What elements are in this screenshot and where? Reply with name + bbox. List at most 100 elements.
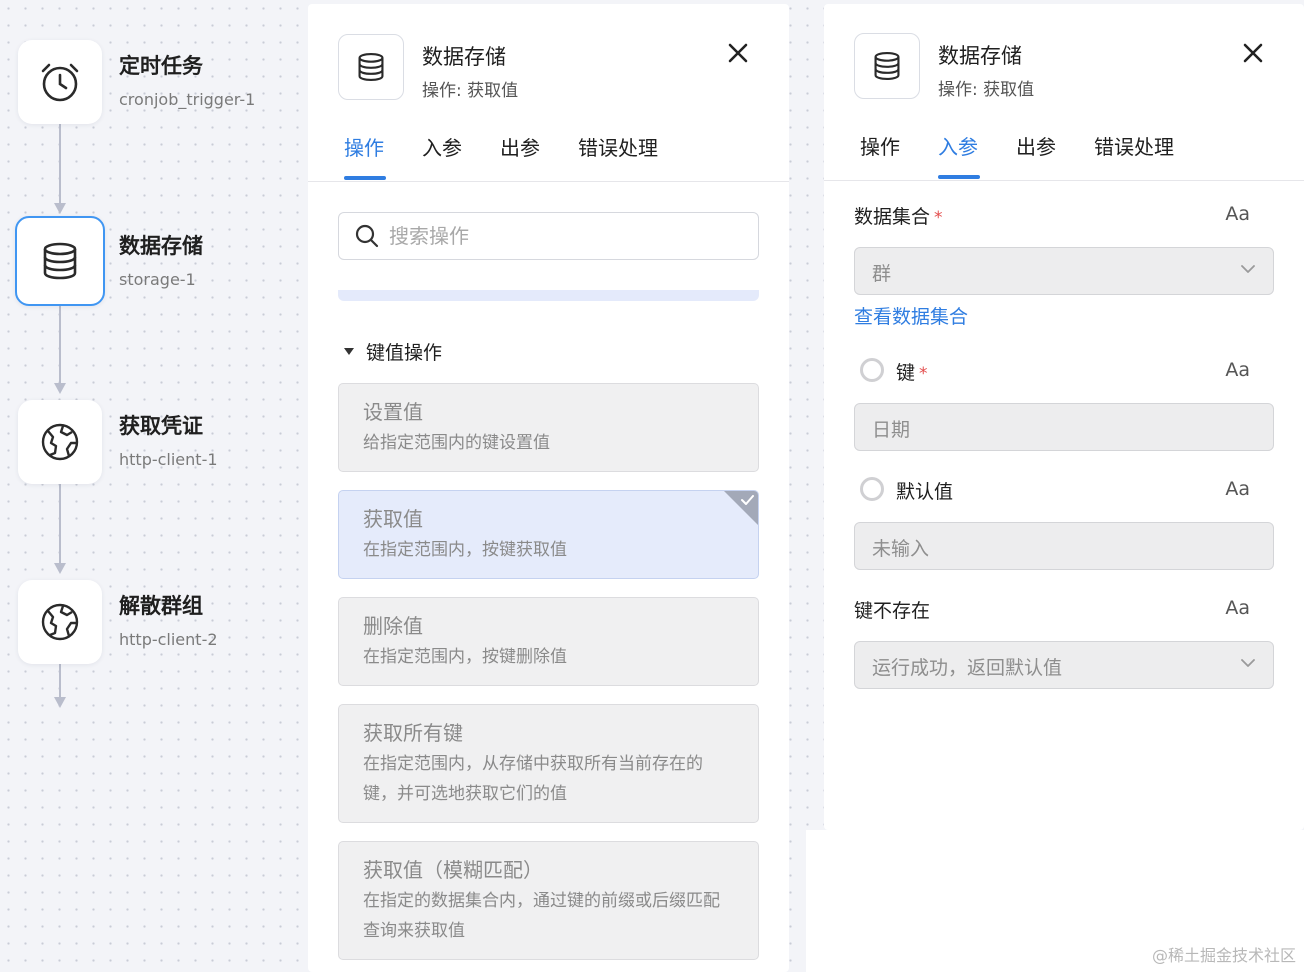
operation-item-set-value[interactable]: 设置值 给指定范围内的键设置值 <box>338 383 759 472</box>
default-value-value: 未输入 <box>872 538 930 560</box>
tab-output-params[interactable]: 出参 <box>1016 131 1056 160</box>
required-mark: * <box>919 364 928 384</box>
panel-subtitle: 操作: 获取值 <box>422 81 519 101</box>
required-mark: * <box>934 208 943 228</box>
list-scroll-edge <box>338 290 759 301</box>
database-icon <box>874 51 900 81</box>
database-icon <box>358 52 384 82</box>
panel-title: 数据存储 <box>938 44 1022 68</box>
node-id: http-client-2 <box>119 630 218 649</box>
operation-name: 获取值（模糊匹配） <box>363 858 543 882</box>
chevron-down-icon <box>1241 659 1255 667</box>
search-icon <box>355 224 379 248</box>
node-title: 解散群组 <box>119 594 203 618</box>
operation-desc: 给指定范围内的键设置值 <box>363 433 550 453</box>
connector <box>59 304 61 384</box>
operation-item-delete-value[interactable]: 删除值 在指定范围内，按键删除值 <box>338 597 759 686</box>
tab-operation[interactable]: 操作 <box>344 132 384 161</box>
search-input[interactable] <box>389 213 749 259</box>
connector <box>59 484 61 564</box>
node-title: 数据存储 <box>119 234 203 258</box>
alarm-clock-icon <box>41 63 79 102</box>
arrow-down-icon <box>54 563 66 574</box>
tab-operation[interactable]: 操作 <box>860 131 900 160</box>
parameter-panel: 数据存储 操作: 获取值 操作 入参 出参 错误处理 数据集合 * Aa 群 查看… <box>824 4 1304 830</box>
flow-node-cronjob[interactable]: 定时任务 cronjob_trigger-1 <box>18 40 298 124</box>
node-icon-box <box>18 400 102 484</box>
globe-icon <box>41 423 79 461</box>
node-id: storage-1 <box>119 270 196 289</box>
panel-title: 数据存储 <box>422 45 506 69</box>
group-header-kv[interactable]: 键值操作 <box>344 338 442 365</box>
connector <box>59 124 61 204</box>
operation-name: 获取所有键 <box>363 721 463 745</box>
arrow-down-icon <box>54 383 66 394</box>
key-missing-value: 运行成功，返回默认值 <box>872 657 1063 679</box>
default-value-input[interactable]: 未输入 <box>854 522 1274 570</box>
tab-input-params[interactable]: 入参 <box>938 131 978 160</box>
dataset-select[interactable]: 群 <box>854 247 1274 295</box>
chevron-down-icon <box>1241 265 1255 273</box>
type-toggle-aa[interactable]: Aa <box>1225 203 1250 225</box>
arrow-down-icon <box>54 697 66 708</box>
flow-canvas: 定时任务 cronjob_trigger-1 数据存储 storage-1 获取… <box>0 0 308 972</box>
type-toggle-aa[interactable]: Aa <box>1225 478 1250 500</box>
database-icon <box>43 242 77 280</box>
node-icon-box <box>15 216 105 306</box>
close-icon[interactable] <box>727 42 749 64</box>
tab-bar: 操作 入参 出参 错误处理 <box>824 131 1304 181</box>
operation-item-get-all-keys[interactable]: 获取所有键 在指定范围内，从存储中获取所有当前存在的键，并可选地获取它们的值 <box>338 704 759 823</box>
panel-icon-box <box>854 33 920 99</box>
operation-desc: 在指定的数据集合内，通过键的前缀或后缀匹配查询来获取值 <box>363 891 720 941</box>
key-label: 键 * <box>896 358 928 385</box>
flow-node-storage[interactable]: 数据存储 storage-1 <box>15 216 298 306</box>
panel-icon-box <box>338 34 404 100</box>
operation-desc: 在指定范围内，按键获取值 <box>363 540 567 560</box>
key-label-text: 键 <box>896 362 916 384</box>
operation-panel: 数据存储 操作: 获取值 操作 入参 出参 错误处理 键值操作 设置值 给指定范… <box>308 4 789 972</box>
node-icon-box <box>18 40 102 124</box>
operation-name: 设置值 <box>363 400 423 424</box>
flow-node-http-client-1[interactable]: 获取凭证 http-client-1 <box>18 400 298 484</box>
group-title: 键值操作 <box>366 342 443 364</box>
active-tab-indicator <box>344 176 386 180</box>
dataset-label-text: 数据集合 <box>854 206 931 228</box>
dataset-value: 群 <box>872 263 892 285</box>
operation-item-get-value[interactable]: 获取值 在指定范围内，按键获取值 <box>338 490 759 579</box>
operation-desc: 在指定范围内，按键删除值 <box>363 647 567 667</box>
active-tab-indicator <box>938 175 980 179</box>
operation-name: 删除值 <box>363 614 423 638</box>
tab-error-handling[interactable]: 错误处理 <box>578 132 658 161</box>
default-value-radio[interactable] <box>860 477 884 501</box>
operation-name: 获取值 <box>363 507 423 531</box>
flow-node-http-client-2[interactable]: 解散群组 http-client-2 <box>18 580 298 664</box>
watermark: @稀土掘金技术社区 <box>1151 946 1296 965</box>
view-dataset-link[interactable]: 查看数据集合 <box>854 302 968 329</box>
operation-desc: 在指定范围内，从存储中获取所有当前存在的键，并可选地获取它们的值 <box>363 754 703 804</box>
key-input[interactable]: 日期 <box>854 403 1274 451</box>
caret-down-icon <box>344 348 354 355</box>
search-box <box>338 212 759 260</box>
operation-item-fuzzy-get[interactable]: 获取值（模糊匹配） 在指定的数据集合内，通过键的前缀或后缀匹配查询来获取值 <box>338 841 759 960</box>
dataset-label: 数据集合 * <box>854 202 943 229</box>
node-icon-box <box>18 580 102 664</box>
type-toggle-aa[interactable]: Aa <box>1225 359 1250 381</box>
tab-bar: 操作 入参 出参 错误处理 <box>308 132 789 182</box>
key-missing-select[interactable]: 运行成功，返回默认值 <box>854 641 1274 689</box>
node-id: cronjob_trigger-1 <box>119 90 256 109</box>
arrow-down-icon <box>54 203 66 214</box>
key-radio[interactable] <box>860 358 884 382</box>
globe-icon <box>41 603 79 641</box>
tab-output-params[interactable]: 出参 <box>500 132 540 161</box>
default-value-label: 默认值 <box>896 481 954 503</box>
close-icon[interactable] <box>1242 42 1264 64</box>
tab-input-params[interactable]: 入参 <box>422 132 462 161</box>
node-id: http-client-1 <box>119 450 218 469</box>
panel-subtitle: 操作: 获取值 <box>938 80 1035 100</box>
key-missing-label: 键不存在 <box>854 600 931 622</box>
tab-error-handling[interactable]: 错误处理 <box>1094 131 1174 160</box>
node-title: 定时任务 <box>119 54 203 78</box>
connector <box>59 664 61 698</box>
key-value: 日期 <box>872 419 911 441</box>
type-toggle-aa[interactable]: Aa <box>1225 597 1250 619</box>
